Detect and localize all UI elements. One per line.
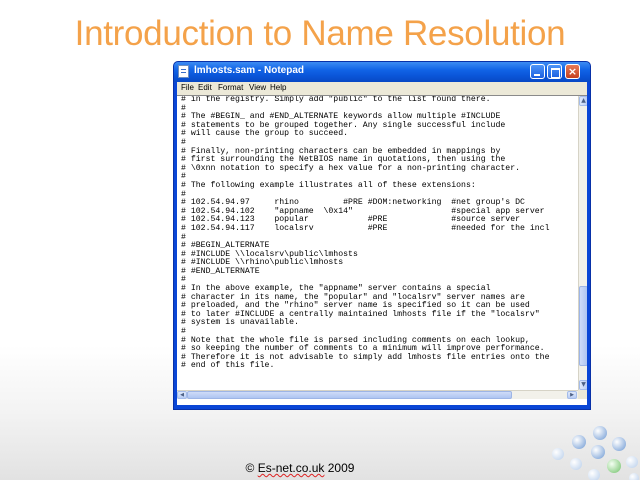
slide-footer: © Es-net.co.uk 2009 bbox=[0, 461, 600, 475]
window-title: lmhosts.sam - Notepad bbox=[194, 65, 305, 76]
scroll-up-button[interactable]: ▲ bbox=[579, 96, 587, 106]
dot bbox=[593, 426, 607, 440]
menu-file[interactable]: File bbox=[181, 83, 194, 92]
text-line: # in the registry. Simply add "public" t… bbox=[181, 96, 491, 104]
text-line: # system is unavailable. bbox=[181, 318, 299, 328]
dot bbox=[552, 448, 564, 460]
close-button[interactable]: × bbox=[565, 64, 580, 79]
scroll-right-button[interactable]: ▶ bbox=[567, 391, 577, 399]
menu-help[interactable]: Help bbox=[270, 83, 286, 92]
minimize-button[interactable] bbox=[530, 64, 545, 79]
menu-edit[interactable]: Edit bbox=[198, 83, 212, 92]
vertical-scrollbar[interactable]: ▲ ▼ bbox=[578, 96, 587, 390]
dot bbox=[612, 437, 626, 451]
horizontal-scrollbar[interactable]: ◀ ▶ bbox=[177, 390, 578, 399]
scroll-down-button[interactable]: ▼ bbox=[579, 380, 587, 390]
menu-bar: File Edit Format View Help bbox=[177, 82, 587, 95]
vertical-scroll-thumb[interactable] bbox=[579, 286, 587, 366]
minimize-icon bbox=[534, 74, 540, 76]
text-line: # \0xnn notation to specify a hex value … bbox=[181, 163, 521, 173]
dot bbox=[626, 456, 638, 468]
menu-view[interactable]: View bbox=[249, 83, 266, 92]
footer-brand: Es-net.co.uk bbox=[257, 461, 325, 475]
text-line: # #END_ALTERNATE bbox=[181, 266, 260, 276]
text-editor[interactable]: # in the registry. Simply add "public" t… bbox=[177, 95, 587, 405]
maximize-button[interactable] bbox=[547, 64, 562, 79]
horizontal-scroll-thumb[interactable] bbox=[187, 391, 512, 399]
copyright-symbol: © bbox=[245, 461, 258, 475]
text-line: # 102.54.94.117 localsrv #PRE #needed fo… bbox=[181, 223, 550, 233]
dot bbox=[572, 435, 586, 449]
dot bbox=[591, 445, 605, 459]
scrollbar-corner bbox=[578, 390, 587, 399]
dot bbox=[588, 469, 600, 480]
footer-year: 2009 bbox=[324, 461, 355, 475]
dot bbox=[629, 473, 639, 480]
scroll-left-button[interactable]: ◀ bbox=[177, 391, 187, 399]
slide-title: Introduction to Name Resolution bbox=[74, 14, 566, 53]
notepad-icon bbox=[178, 65, 189, 78]
notepad-window[interactable]: lmhosts.sam - Notepad × File Edit Format… bbox=[173, 61, 591, 410]
dot bbox=[570, 458, 582, 470]
text-line: # will cause the group to succeed. bbox=[181, 129, 349, 139]
maximize-icon bbox=[551, 68, 560, 78]
window-titlebar[interactable]: lmhosts.sam - Notepad × bbox=[174, 62, 590, 82]
close-icon: × bbox=[567, 65, 578, 78]
editor-text[interactable]: # in the registry. Simply add "public" t… bbox=[181, 96, 577, 390]
text-line: # end of this file. bbox=[181, 361, 275, 371]
text-line: # The following example illustrates all … bbox=[181, 180, 476, 190]
dot bbox=[607, 459, 621, 473]
decorative-dots bbox=[552, 426, 639, 480]
menu-format[interactable]: Format bbox=[218, 83, 243, 92]
